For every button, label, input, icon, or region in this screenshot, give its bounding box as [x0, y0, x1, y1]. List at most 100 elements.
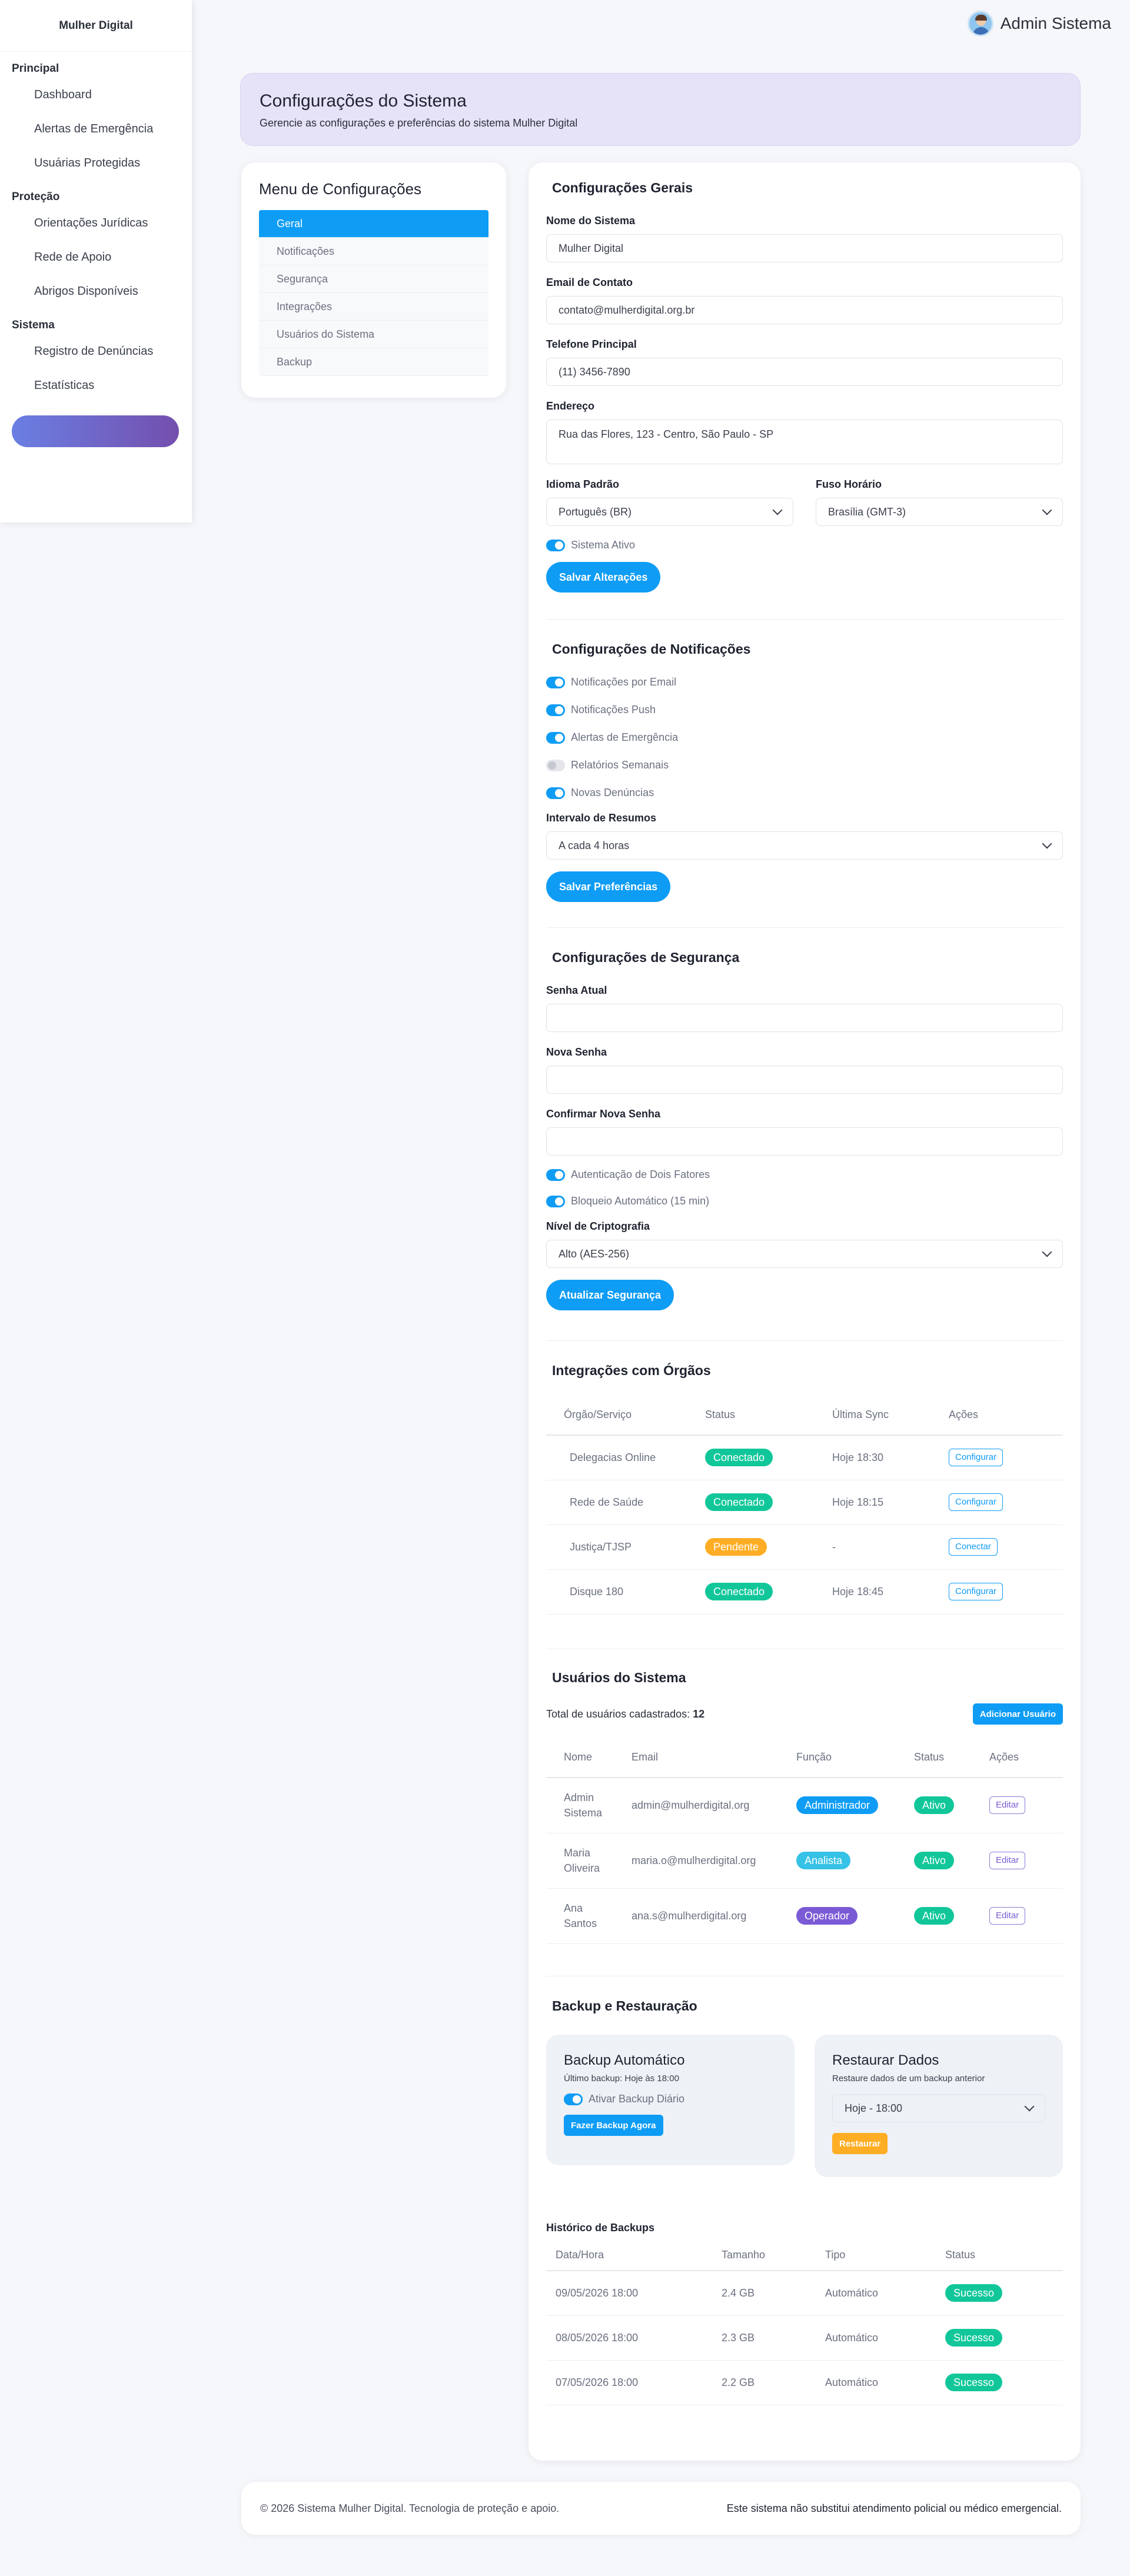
weekly-reports-toggle[interactable]: Relatórios Semanais — [546, 759, 1063, 771]
restore-title: Restaurar Dados — [832, 2052, 939, 2068]
settings-menu-item-security[interactable]: Segurança — [259, 265, 488, 293]
toggle-label: Alertas de Emergência — [571, 731, 679, 743]
general-settings: Configurações Gerais Nome do Sistema Mul… — [546, 180, 1063, 593]
section-title: Configurações de Segurança — [552, 950, 740, 965]
user-email: maria.o@mulherdigital.org — [632, 1833, 796, 1889]
toggle-label: Notificações por Email — [571, 676, 677, 688]
integration-name: Justiça/TJSP — [546, 1525, 705, 1570]
backup-history-table: Data/Hora Tamanho Tipo Status 09/05/2026… — [546, 2240, 1063, 2405]
chevron-down-icon — [1042, 838, 1052, 849]
email-notifications-toggle[interactable]: Notificações por Email — [546, 676, 1063, 688]
user-name-cell: Admin Sistema — [546, 1778, 632, 1833]
restore-button[interactable]: Restaurar — [832, 2133, 888, 2154]
role-badge: Analista — [796, 1852, 851, 1869]
backup-size: 2.2 GB — [722, 2360, 825, 2405]
backup-now-button[interactable]: Fazer Backup Agora — [564, 2115, 663, 2136]
toggle-label: Notificações Push — [571, 704, 656, 715]
auto-lock-toggle[interactable]: Bloqueio Automático (15 min) — [546, 1195, 1063, 1207]
section-title: Configurações de Notificações — [552, 641, 751, 657]
toggle-label: Relatórios Semanais — [571, 759, 669, 771]
daily-backup-toggle[interactable]: Ativar Backup Diário — [564, 2093, 777, 2105]
backup-type: Automático — [825, 2271, 945, 2316]
toggle-label: Bloqueio Automático (15 min) — [571, 1195, 710, 1207]
chevron-down-icon — [1024, 2101, 1035, 2112]
backup-date: 08/05/2026 18:00 — [546, 2315, 722, 2361]
settings-menu-item-backup[interactable]: Backup — [259, 348, 488, 376]
role-badge: Operador — [796, 1907, 858, 1925]
configure-button[interactable]: Configurar — [949, 1449, 1003, 1467]
sidebar-item-reports[interactable]: Registro de Denúncias — [0, 334, 192, 368]
restore-point-select[interactable]: Hoje - 18:00 — [832, 2094, 1045, 2122]
encryption-level-select[interactable]: Alto (AES-256) — [546, 1240, 1063, 1268]
push-notifications-toggle[interactable]: Notificações Push — [546, 704, 1063, 716]
contact-email-input[interactable]: contato@mulherdigital.org.br — [546, 296, 1063, 324]
field-label: Nova Senha — [546, 1046, 607, 1058]
backup-type: Automático — [825, 2315, 945, 2361]
toggle-switch — [546, 1169, 565, 1181]
settings-menu-item-notifications[interactable]: Notificações — [259, 238, 488, 265]
new-password-input[interactable] — [546, 1066, 1063, 1094]
sidebar-section-sistema: Sistema Registro de Denúncias Estatístic… — [0, 317, 192, 402]
encryption-level-value: Alto (AES-256) — [559, 1247, 630, 1260]
summary-interval-select[interactable]: A cada 4 horas — [546, 831, 1063, 860]
new-reports-toggle[interactable]: Novas Denúncias — [546, 787, 1063, 799]
security-settings: Configurações de Segurança Senha Atual N… — [546, 950, 1063, 1310]
save-preferences-button[interactable]: Salvar Preferências — [546, 871, 671, 902]
settings-menu-item-users[interactable]: Usuários do Sistema — [259, 321, 488, 348]
table-row: 07/05/2026 18:00 2.2 GB Automático Suces… — [546, 2360, 1063, 2405]
save-changes-button[interactable]: Salvar Alterações — [546, 562, 661, 593]
timezone-select[interactable]: Brasília (GMT-3) — [816, 498, 1063, 526]
sidebar: Mulher Digital Principal Dashboard Alert… — [0, 0, 192, 522]
toggle-switch — [546, 759, 565, 771]
sidebar-item-support-network[interactable]: Rede de Apoio — [0, 240, 192, 274]
table-row: 08/05/2026 18:00 2.3 GB Automático Suces… — [546, 2315, 1063, 2361]
sidebar-item-dashboard[interactable]: Dashboard — [0, 78, 192, 112]
column-header: Status — [945, 2240, 1063, 2271]
user-menu[interactable]: Admin Sistema — [967, 11, 1111, 36]
settings-menu-item-integrations[interactable]: Integrações — [259, 293, 488, 321]
configure-button[interactable]: Configurar — [949, 1583, 1003, 1600]
sidebar-item-statistics[interactable]: Estatísticas — [0, 368, 192, 402]
column-header: Tamanho — [722, 2240, 825, 2271]
system-name-input[interactable]: Mulher Digital — [546, 234, 1063, 262]
current-password-input[interactable] — [546, 1004, 1063, 1032]
connect-button[interactable]: Conectar — [949, 1538, 998, 1556]
settings-menu-item-general[interactable]: Geral — [259, 210, 488, 238]
integration-name: Disque 180 — [546, 1569, 705, 1615]
system-active-toggle[interactable]: Sistema Ativo — [546, 539, 1063, 551]
sidebar-item-protected-users[interactable]: Usuárias Protegidas — [0, 146, 192, 180]
column-header: Email — [632, 1738, 796, 1778]
sidebar-action-button[interactable] — [12, 415, 179, 447]
column-header: Status — [914, 1738, 989, 1778]
field-label: Idioma Padrão — [546, 478, 620, 490]
edit-user-button[interactable]: Editar — [989, 1796, 1026, 1815]
status-badge: Conectado — [705, 1583, 773, 1600]
sidebar-item-shelters[interactable]: Abrigos Disponíveis — [0, 274, 192, 308]
column-header: Função — [796, 1738, 914, 1778]
edit-user-button[interactable]: Editar — [989, 1907, 1026, 1925]
restore-point-value: Hoje - 18:00 — [845, 2102, 903, 2114]
add-user-button[interactable]: Adicionar Usuário — [972, 1703, 1063, 1725]
sidebar-item-legal-guidance[interactable]: Orientações Jurídicas — [0, 206, 192, 240]
toggle-label: Sistema Ativo — [571, 539, 636, 551]
sidebar-section-title: Sistema — [12, 319, 55, 331]
sidebar-item-emergency-alerts[interactable]: Alertas de Emergência — [0, 112, 192, 146]
update-security-button[interactable]: Atualizar Segurança — [546, 1280, 674, 1310]
status-badge: Conectado — [705, 1449, 773, 1467]
sidebar-brand: Mulher Digital — [0, 0, 192, 52]
auto-backup-card: Backup Automático Último backup: Hoje às… — [546, 2035, 795, 2165]
sidebar-section-principal: Principal Dashboard Alertas de Emergênci… — [0, 60, 192, 180]
two-factor-toggle[interactable]: Autenticação de Dois Fatores — [546, 1169, 1063, 1181]
edit-user-button[interactable]: Editar — [989, 1852, 1026, 1869]
last-sync: Hoje 18:15 — [832, 1480, 949, 1525]
column-header: Órgão/Serviço — [546, 1395, 705, 1436]
address-textarea[interactable]: Rua das Flores, 123 - Centro, São Paulo … — [546, 420, 1063, 464]
confirm-password-input[interactable] — [546, 1127, 1063, 1156]
phone-input[interactable]: (11) 3456-7890 — [546, 358, 1063, 386]
configure-button[interactable]: Configurar — [949, 1493, 1003, 1511]
language-select[interactable]: Português (BR) — [546, 498, 793, 526]
emergency-alerts-toggle[interactable]: Alertas de Emergência — [546, 731, 1063, 744]
table-row: Ana Santos ana.s@mulherdigital.org Operad… — [546, 1888, 1063, 1944]
chevron-down-icon — [1042, 1247, 1052, 1257]
column-header: Nome — [546, 1738, 632, 1778]
